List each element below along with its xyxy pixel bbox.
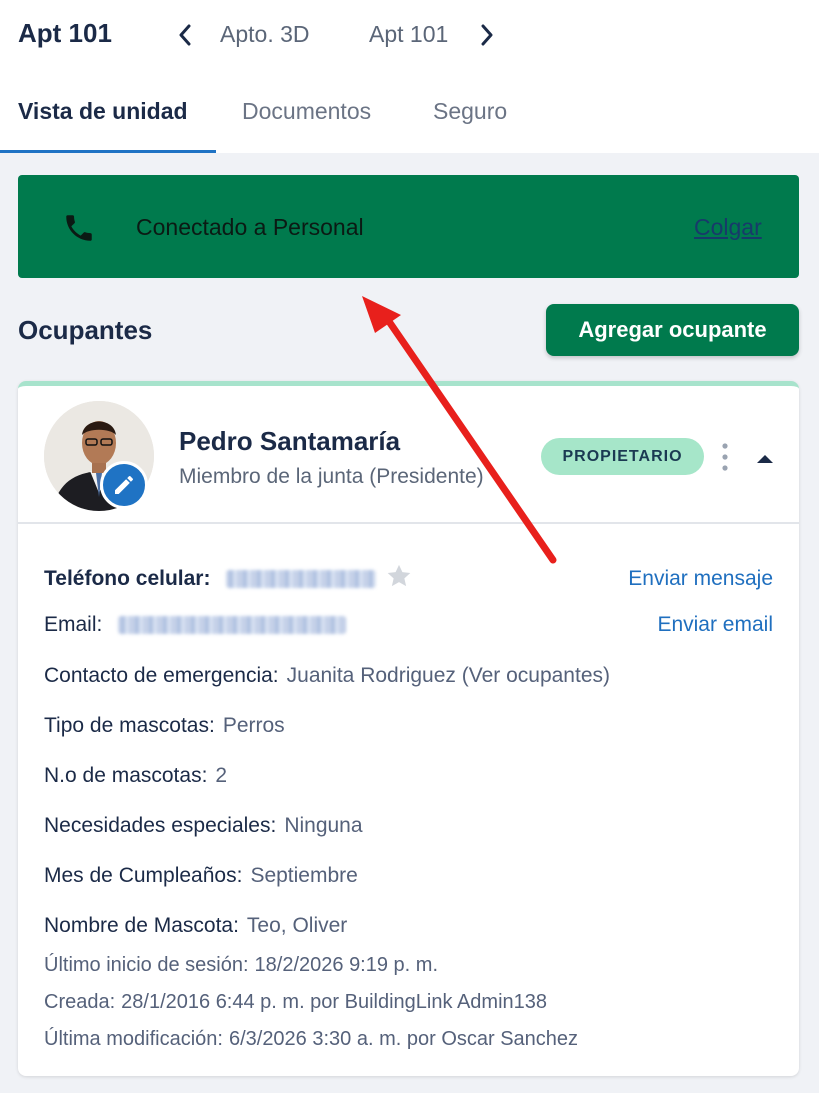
collapse-caret-icon[interactable] xyxy=(750,446,780,472)
pet-count-row: N.o de mascotas: 2 xyxy=(44,764,227,788)
birthday-month-label: Mes de Cumpleaños: xyxy=(44,864,243,887)
add-occupant-button[interactable]: Agregar ocupante xyxy=(546,304,799,356)
created-row: Creada: 28/1/2016 6:44 p. m. por Building… xyxy=(44,991,547,1014)
cell-phone-label: Teléfono celular: xyxy=(44,567,211,590)
pet-type-row: Tipo de mascotas: Perros xyxy=(44,714,285,738)
previous-unit-button[interactable] xyxy=(172,20,198,50)
modified-value: 6/3/2026 3:30 a. m. por Oscar Sanchez xyxy=(228,1028,579,1050)
birthday-month-value: Septiembre xyxy=(250,864,358,887)
created-label: Creada: xyxy=(44,991,116,1013)
tab-insurance[interactable]: Seguro xyxy=(433,98,507,125)
pet-count-label: N.o de mascotas: xyxy=(44,764,208,787)
special-needs-label: Necesidades especiales: xyxy=(44,814,277,837)
occupant-card: Pedro Santamaría Miembro de la junta (Pr… xyxy=(18,381,799,1076)
chevron-right-icon xyxy=(481,24,493,46)
phone-icon xyxy=(66,215,92,241)
chevron-left-icon xyxy=(179,24,191,46)
pencil-icon xyxy=(115,476,133,494)
modified-label: Última modificación: xyxy=(44,1028,223,1050)
cell-phone-value-redacted xyxy=(226,570,377,589)
occupant-role: Miembro de la junta (Presidente) xyxy=(179,465,484,488)
owner-badge: PROPIETARIO xyxy=(541,438,704,475)
annotation-arrow-head xyxy=(362,296,401,333)
special-needs-value: Ninguna xyxy=(284,814,363,837)
modified-row: Última modificación: 6/3/2026 3:30 a. m. … xyxy=(44,1028,578,1051)
pet-name-label: Nombre de Mascota: xyxy=(44,914,239,937)
unit-title: Apt 101 xyxy=(18,18,112,48)
send-email-link[interactable]: Enviar email xyxy=(657,613,773,637)
pet-name-row: Nombre de Mascota: Teo, Oliver xyxy=(44,914,347,938)
next-unit-link[interactable]: Apt 101 xyxy=(369,21,448,48)
emergency-contact-row: Contacto de emergencia: Juanita Rodriguez… xyxy=(44,664,610,688)
last-login-value: 18/2/2026 9:19 p. m. xyxy=(254,954,438,976)
tab-bar: Vista de unidad Documentos Seguro xyxy=(0,80,819,153)
call-banner: Conectado a Personal Colgar xyxy=(18,175,799,278)
occupant-name: Pedro Santamaría xyxy=(179,426,401,456)
hang-up-link[interactable]: Colgar xyxy=(694,214,762,241)
more-options-icon[interactable] xyxy=(714,438,736,476)
tab-documents[interactable]: Documentos xyxy=(242,98,371,125)
pet-type-label: Tipo de mascotas: xyxy=(44,714,215,737)
special-needs-row: Necesidades especiales: Ninguna xyxy=(44,814,363,838)
active-tab-indicator xyxy=(0,150,216,153)
email-label: Email: xyxy=(44,613,103,636)
email-value-redacted xyxy=(118,616,347,635)
top-bar: Apt 101 Apto. 3D Apt 101 Vista de unidad… xyxy=(0,0,819,153)
email-row: Email: xyxy=(44,613,347,637)
edit-photo-button[interactable] xyxy=(100,461,148,509)
pet-count-value: 2 xyxy=(215,764,228,787)
tab-unit-view[interactable]: Vista de unidad xyxy=(18,98,188,125)
created-value: 28/1/2016 6:44 p. m. por BuildingLink Ad… xyxy=(121,991,548,1013)
emergency-contact-value[interactable]: Juanita Rodriguez (Ver ocupantes) xyxy=(287,664,610,687)
pet-name-value: Teo, Oliver xyxy=(246,914,348,937)
favorite-star-icon[interactable] xyxy=(385,562,413,590)
previous-unit-link[interactable]: Apto. 3D xyxy=(220,21,310,48)
call-status-text: Conectado a Personal xyxy=(136,214,364,240)
last-login-label: Último inicio de sesión: xyxy=(44,954,249,976)
cell-phone-row: Teléfono celular: xyxy=(44,567,377,591)
emergency-contact-label: Contacto de emergencia: xyxy=(44,664,279,687)
occupants-heading: Ocupantes xyxy=(18,315,153,345)
occupant-card-header: Pedro Santamaría Miembro de la junta (Pr… xyxy=(18,386,799,524)
last-login-row: Último inicio de sesión: 18/2/2026 9:19 p… xyxy=(44,954,438,977)
pet-type-value: Perros xyxy=(222,714,285,737)
send-message-link[interactable]: Enviar mensaje xyxy=(628,567,773,591)
next-unit-button[interactable] xyxy=(474,20,500,50)
birthday-month-row: Mes de Cumpleaños: Septiembre xyxy=(44,864,358,888)
